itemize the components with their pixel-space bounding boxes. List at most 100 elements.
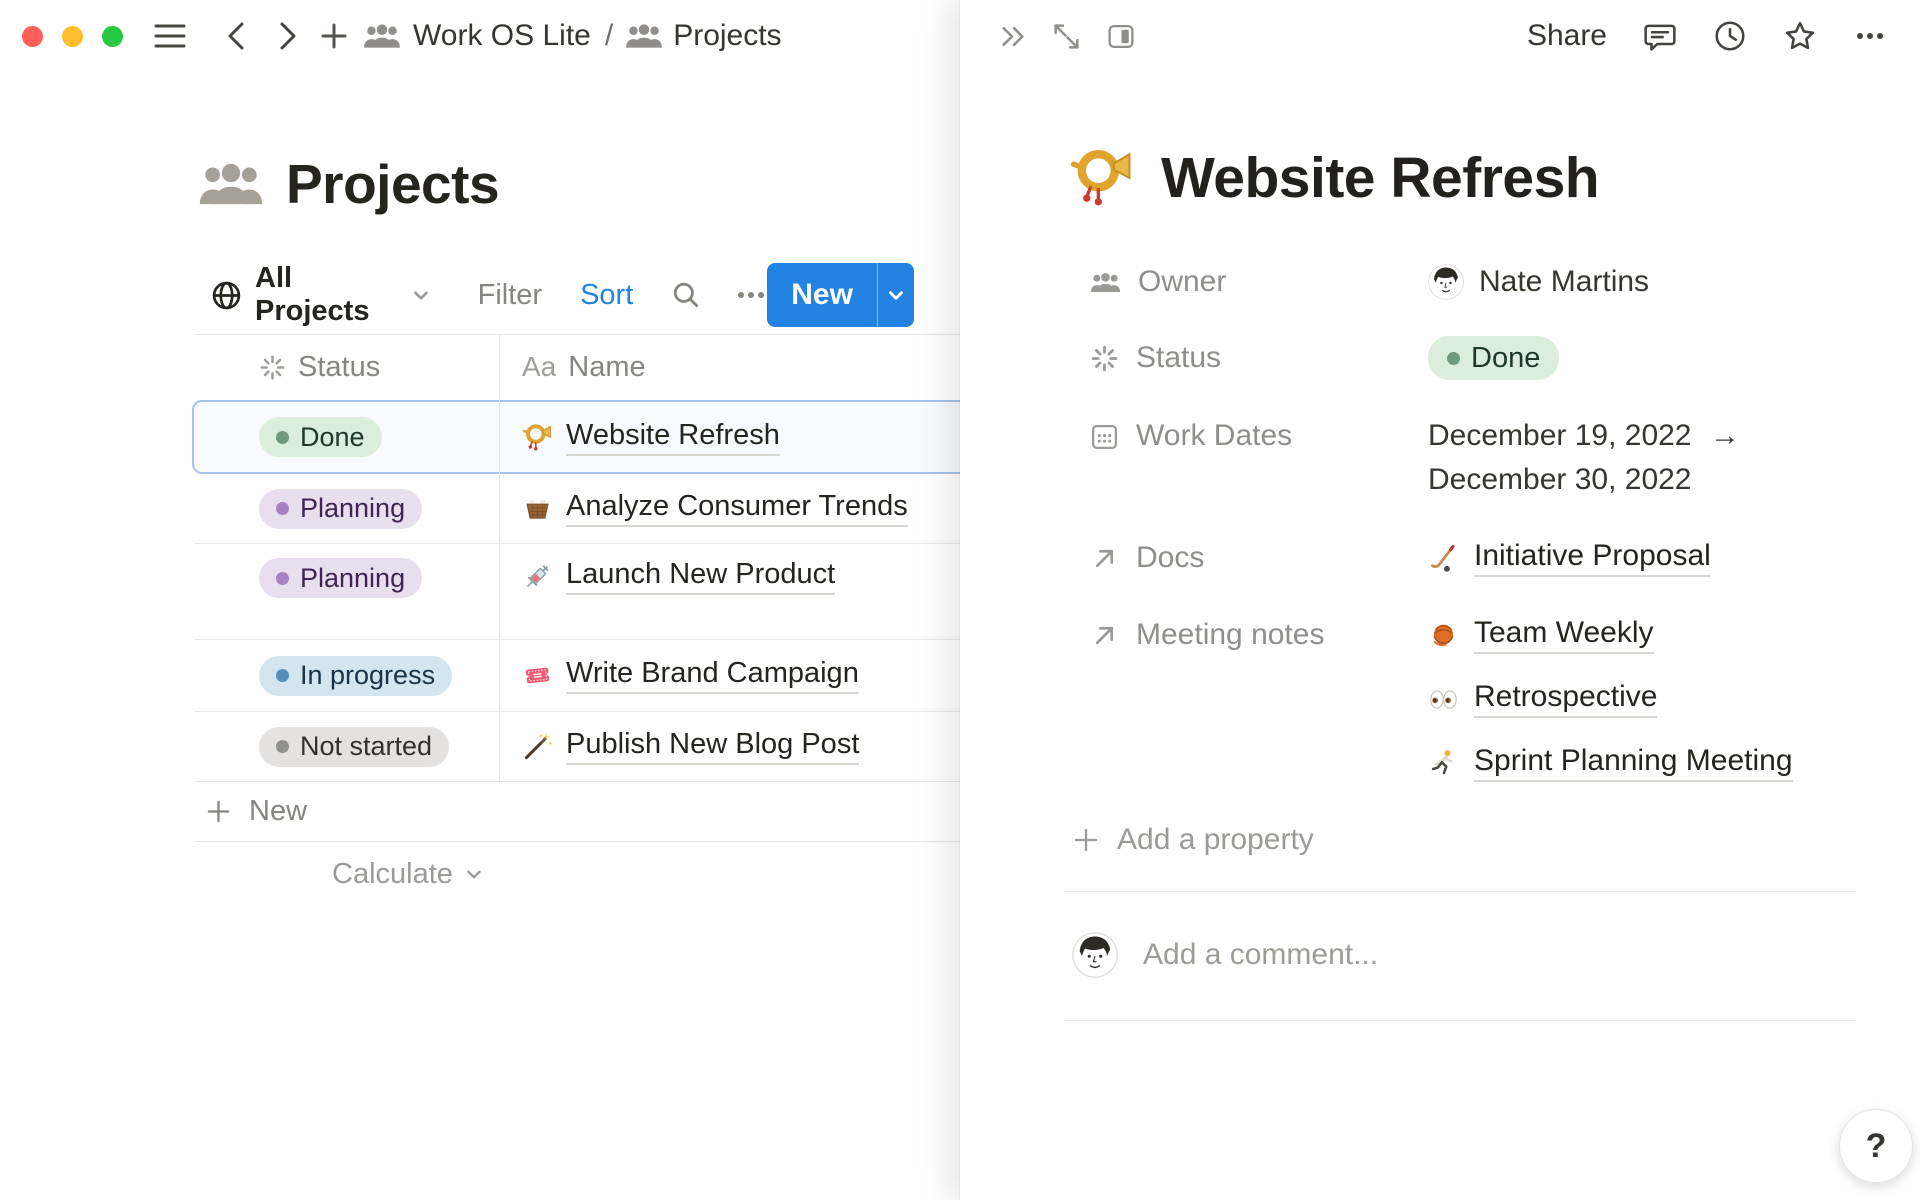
property-row-status[interactable]: Status Done (1090, 332, 1860, 384)
name-cell[interactable]: Website Refresh (499, 419, 780, 456)
page-options-icon[interactable] (1853, 21, 1887, 51)
row-title-link[interactable]: Publish New Blog Post (566, 728, 859, 765)
help-button[interactable]: ? (1839, 1109, 1913, 1183)
history-icon[interactable] (1713, 19, 1747, 53)
table-row[interactable]: In progress Write Brand Campaign (195, 640, 960, 712)
syringe-emoji (522, 561, 553, 592)
plus-icon (1072, 826, 1100, 854)
table-row[interactable]: Done Website Refresh (195, 400, 960, 474)
property-row-owner[interactable]: Owner Nate Martins (1090, 256, 1860, 308)
collection-title-row: Projects (198, 142, 499, 226)
add-row-button[interactable]: New (195, 782, 960, 842)
property-label: Docs (1136, 541, 1204, 575)
add-row-label: New (249, 795, 307, 828)
comment-input-placeholder[interactable]: Add a comment... (1143, 938, 1378, 972)
add-property-label: Add a property (1117, 823, 1314, 857)
back-icon[interactable] (223, 19, 249, 53)
forward-icon[interactable] (275, 19, 301, 53)
name-cell[interactable]: Launch New Product (499, 558, 835, 595)
column-header-name[interactable]: Aa Name (522, 334, 646, 400)
status-dot (276, 740, 289, 753)
peek-title-row: Website Refresh (1069, 128, 1599, 228)
breadcrumb-page[interactable]: Projects (673, 19, 781, 53)
share-button[interactable]: Share (1527, 19, 1607, 53)
status-cell[interactable]: In progress (195, 656, 499, 696)
close-peek-icon[interactable] (997, 21, 1028, 52)
search-icon[interactable] (671, 280, 701, 310)
relation-link-label: Initiative Proposal (1474, 539, 1711, 577)
side-peek-panel: Share Website Refresh Owner (960, 0, 1920, 1200)
work-dates-end: December 30, 2022 (1428, 463, 1692, 496)
add-property-button[interactable]: Add a property (1072, 814, 1314, 866)
divider (1064, 1020, 1856, 1021)
breadcrumb-workspace[interactable]: Work OS Lite (413, 19, 591, 53)
divider (1064, 891, 1856, 892)
status-pill-label: Planning (300, 493, 405, 524)
relation-link[interactable]: Team Weekly (1428, 610, 1654, 660)
status-cell[interactable]: Planning (195, 489, 499, 529)
new-page-icon[interactable] (319, 21, 349, 51)
property-row-meeting-notes[interactable]: Meeting notes Team Weekly Retrospective … (1090, 610, 1860, 788)
sidebar-menu-icon[interactable] (153, 21, 187, 51)
relation-link-label: Retrospective (1474, 680, 1657, 718)
calculate-button[interactable]: Calculate (332, 858, 485, 891)
close-window-button[interactable] (22, 26, 43, 47)
projects-people-icon (198, 156, 264, 212)
status-cell[interactable]: Not started (195, 727, 499, 767)
filter-button[interactable]: Filter (478, 279, 542, 312)
status-dot (276, 572, 289, 585)
new-button[interactable]: New (767, 278, 877, 312)
basket-emoji (522, 493, 553, 524)
comments-icon[interactable] (1643, 19, 1677, 53)
table-row[interactable]: Planning Analyze Consumer Trends (195, 474, 960, 544)
field-hockey-emoji (1428, 543, 1459, 574)
status-spinner-icon (259, 354, 286, 381)
column-header-name-label: Name (568, 351, 645, 384)
relation-link[interactable]: Sprint Planning Meeting (1428, 738, 1793, 788)
view-tab-all-projects[interactable]: All Projects (211, 262, 432, 328)
magic-wand-emoji (522, 731, 553, 762)
table-row[interactable]: Not started Publish New Blog Post (195, 712, 960, 782)
minimize-window-button[interactable] (62, 26, 83, 47)
work-dates-value[interactable]: December 19, 2022 → December 30, 2022 (1428, 414, 1740, 502)
relation-link[interactable]: Retrospective (1428, 674, 1657, 724)
yarn-emoji (1428, 620, 1459, 651)
work-dates-start: December 19, 2022 (1428, 419, 1692, 452)
side-peek-mode-icon[interactable] (1105, 21, 1137, 52)
new-button-dropdown[interactable] (877, 263, 914, 327)
calculate-row: Calculate (195, 842, 960, 906)
row-title-link[interactable]: Website Refresh (566, 419, 780, 456)
property-row-docs[interactable]: Docs Initiative Proposal (1090, 532, 1860, 584)
chevron-down-icon (463, 863, 485, 885)
postal-horn-emoji (522, 422, 553, 453)
name-cell[interactable]: Publish New Blog Post (499, 728, 859, 765)
status-pill[interactable]: Done (1428, 336, 1559, 380)
status-pill-label: Not started (300, 731, 432, 762)
status-cell[interactable]: Done (195, 417, 499, 457)
plus-icon (205, 798, 232, 825)
expand-page-icon[interactable] (1051, 21, 1082, 52)
status-dot (276, 669, 289, 682)
relation-link[interactable]: Initiative Proposal (1428, 533, 1711, 583)
row-title-link[interactable]: Write Brand Campaign (566, 657, 859, 694)
status-cell[interactable]: Planning (195, 558, 499, 598)
property-label: Work Dates (1136, 419, 1292, 453)
sort-button[interactable]: Sort (580, 279, 633, 312)
table-row[interactable]: Planning Launch New Product (195, 544, 960, 640)
comment-composer[interactable]: Add a comment... (1072, 929, 1378, 981)
owner-person-chip[interactable]: Nate Martins (1428, 264, 1649, 300)
favorite-star-icon[interactable] (1783, 19, 1817, 53)
runner-emoji (1428, 748, 1459, 779)
column-header-status[interactable]: Status (259, 334, 380, 400)
postal-horn-emoji[interactable] (1069, 145, 1135, 211)
row-title-link[interactable]: Analyze Consumer Trends (566, 490, 908, 527)
name-cell[interactable]: Analyze Consumer Trends (499, 490, 908, 527)
relation-link-label: Sprint Planning Meeting (1474, 744, 1793, 782)
property-row-work-dates[interactable]: Work Dates December 19, 2022 → December … (1090, 414, 1860, 502)
name-cell[interactable]: Write Brand Campaign (499, 657, 859, 694)
zoom-window-button[interactable] (102, 26, 123, 47)
more-options-icon[interactable] (735, 280, 767, 310)
page-title: Projects (286, 152, 499, 216)
row-title-link[interactable]: Launch New Product (566, 558, 835, 595)
property-label: Meeting notes (1136, 618, 1324, 652)
